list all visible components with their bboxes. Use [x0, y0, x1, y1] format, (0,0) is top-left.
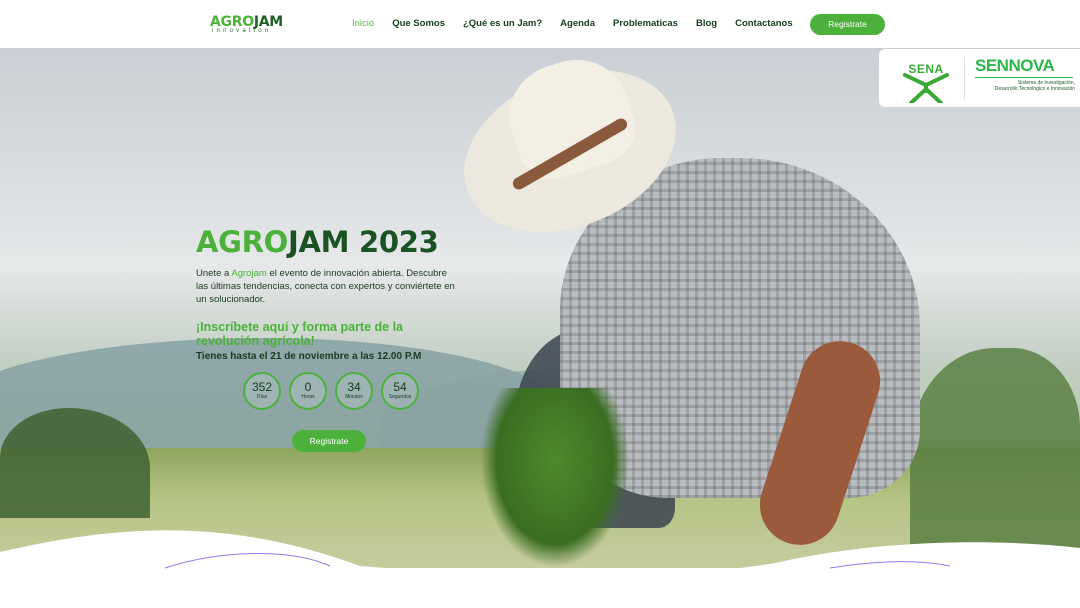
partner-logos: SENA SENNOVA Sistema de Investigación, D… — [879, 49, 1080, 107]
sennova-desc-2: Desarrollo Tecnológico e Innovación — [994, 86, 1075, 92]
countdown-value: 352 — [251, 380, 273, 394]
sena-logo[interactable]: SENA — [901, 53, 951, 103]
countdown-days: 352 Días — [243, 372, 281, 410]
hero-register-button[interactable]: Registrate — [292, 430, 366, 452]
logo-subtitle: innovation — [212, 28, 272, 34]
nav-problematicas[interactable]: Problematicas — [613, 18, 678, 29]
bush-shape — [910, 348, 1080, 548]
nav-contactanos[interactable]: Contactanos — [735, 18, 793, 29]
hero-desc-1: Unete a — [196, 268, 232, 279]
agrojam-logo[interactable]: AGROJAM innovation — [210, 14, 283, 34]
countdown-label: Minutos — [345, 394, 363, 400]
countdown-minutes: 34 Minutos — [335, 372, 373, 410]
countdown-label: Segundos — [388, 394, 412, 400]
hero-desc-highlight: Agrojam — [231, 268, 267, 279]
countdown-value: 34 — [347, 380, 361, 394]
main-nav: Inicio Que Somos ¿Qué es un Jam? Agenda … — [352, 18, 793, 29]
countdown-value: 54 — [393, 380, 407, 394]
hero-content: AGROJAM 2023 Unete a Agrojam el evento d… — [196, 225, 466, 362]
countdown-hours: 0 Horas — [289, 372, 327, 410]
countdown-label: Días — [256, 394, 268, 400]
hero-subtitle: ¡Inscríbete aquí y forma parte de la rev… — [196, 320, 404, 348]
nav-agenda[interactable]: Agenda — [560, 18, 595, 29]
nav-inicio[interactable]: Inicio — [352, 18, 374, 29]
hero-bottom-wave — [0, 530, 1080, 580]
sennova-rule — [975, 77, 1073, 78]
nav-que-es-un-jam[interactable]: ¿Qué es un Jam? — [463, 18, 542, 29]
site-header: AGROJAM innovation Inicio Que Somos ¿Qué… — [0, 0, 1080, 48]
nav-que-somos[interactable]: Que Somos — [392, 18, 445, 29]
hero-title-jam: JAM 2023 — [288, 225, 439, 259]
hero-title: AGROJAM 2023 — [196, 225, 466, 259]
hero-description: Unete a Agrojam el evento de innovación … — [196, 267, 456, 306]
sennova-logo[interactable]: SENNOVA Sistema de Investigación, Desarr… — [975, 57, 1075, 92]
logo-divider — [964, 57, 965, 99]
countdown: 352 Días 0 Horas 34 Minutos 54 Segundos — [243, 372, 419, 410]
sena-emblem-icon — [903, 73, 949, 103]
header-register-button[interactable]: Registrate — [810, 14, 885, 35]
nav-blog[interactable]: Blog — [696, 18, 717, 29]
hero-deadline: Tienes hasta el 21 de noviembre a las 12… — [196, 351, 422, 362]
countdown-value: 0 — [304, 380, 312, 394]
hero-banner — [0, 48, 1080, 568]
hero-title-agro: AGRO — [196, 225, 289, 259]
countdown-label: Horas — [301, 394, 315, 400]
countdown-seconds: 54 Segundos — [381, 372, 419, 410]
sennova-wordmark: SENNOVA — [975, 56, 1055, 75]
